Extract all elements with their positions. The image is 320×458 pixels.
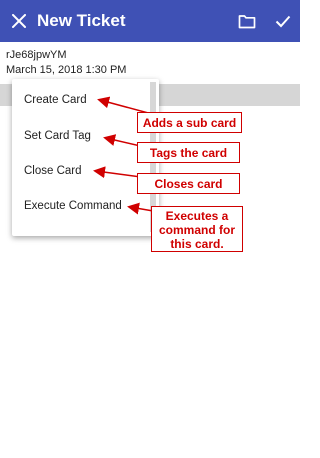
folder-button[interactable] <box>234 8 260 34</box>
page-title: New Ticket <box>37 11 126 30</box>
close-button[interactable] <box>6 6 32 36</box>
annotation-set-card-tag: Tags the card <box>137 142 240 163</box>
menu-item-close-card[interactable]: Close Card <box>24 160 154 182</box>
ticket-date: March 15, 2018 1:30 PM <box>6 64 127 76</box>
folder-icon <box>238 14 256 28</box>
menu-item-create-card[interactable]: Create Card <box>24 89 154 111</box>
annotation-create-card: Adds a sub card <box>137 112 242 133</box>
annotation-execute-command: Executes a command for this card. <box>151 206 243 252</box>
app-bar: New Ticket <box>0 0 300 42</box>
check-icon <box>275 15 291 27</box>
menu-item-execute-command[interactable]: Execute Command <box>24 195 154 217</box>
close-icon <box>12 14 26 28</box>
screen: New Ticket rJe68jpwYM March 15, 2018 1:3… <box>0 0 300 458</box>
menu-item-set-card-tag[interactable]: Set Card Tag <box>24 125 154 147</box>
annotation-close-card: Closes card <box>137 173 240 194</box>
ticket-id: rJe68jpwYM <box>6 49 67 61</box>
confirm-button[interactable] <box>270 8 296 34</box>
